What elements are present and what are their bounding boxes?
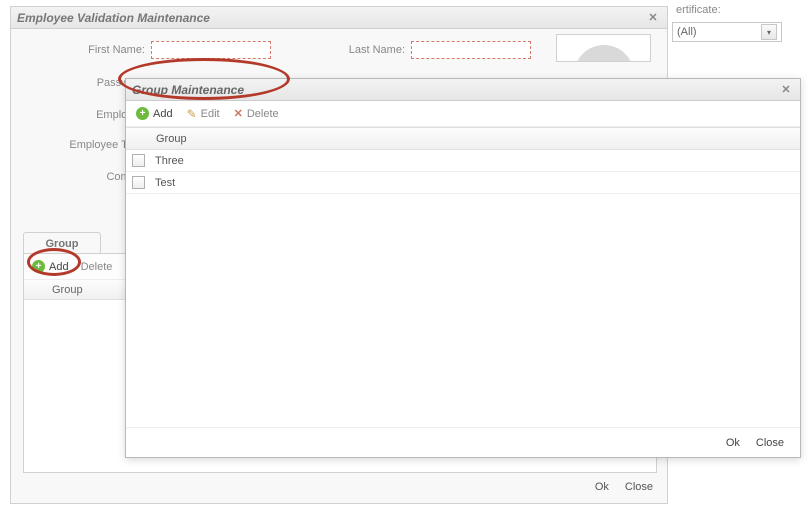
close-icon[interactable]: ✕ [645,10,661,26]
dialog-delete-label: Delete [247,108,279,120]
employee-window-titlebar: Employee Validation Maintenance ✕ [11,7,667,29]
certificate-combo-value: (All) [677,26,697,38]
dialog-grid: Group Three Test [126,127,800,427]
delete-x-icon: ✕ [234,107,243,120]
plus-icon: + [32,260,45,273]
dialog-title: Group Maintenance [132,83,244,97]
bg-delete-button[interactable]: Delete [81,261,113,273]
employee-window-title: Employee Validation Maintenance [17,11,210,25]
dialog-toolbar: + Add ✎ Edit ✕ Delete [126,101,800,127]
employee-close-button[interactable]: Close [625,481,653,493]
dialog-close-button[interactable]: Close [756,437,784,449]
dialog-ok-button[interactable]: Ok [726,437,740,449]
group-maintenance-dialog: Group Maintenance ✕ + Add ✎ Edit ✕ Delet… [125,78,801,458]
dialog-edit-label: Edit [201,108,220,120]
avatar-icon [574,45,634,62]
row-name: Test [155,177,175,189]
bg-delete-label: Delete [81,261,113,273]
last-name-label: Last Name: [311,44,411,56]
dialog-grid-header: Group [126,128,800,150]
bg-add-button[interactable]: + Add [32,260,69,273]
employee-ok-button[interactable]: Ok [595,481,609,493]
dialog-delete-button[interactable]: ✕ Delete [234,107,279,120]
first-name-input[interactable] [151,41,271,59]
pencil-icon: ✎ [187,107,197,121]
certificate-filter-fragment: ertificate: (All) ▾ [672,4,804,42]
grid-row[interactable]: Three [126,150,800,172]
employee-window-footer: Ok Close [595,481,653,493]
certificate-label: ertificate: [672,4,804,16]
last-name-input[interactable] [411,41,531,59]
plus-icon: + [136,107,149,120]
bg-add-label: Add [49,261,69,273]
grid-row[interactable]: Test [126,172,800,194]
dialog-add-button[interactable]: + Add [136,107,173,120]
row-checkbox[interactable] [132,176,145,189]
row-checkbox[interactable] [132,154,145,167]
group-tab[interactable]: Group [23,232,101,254]
dialog-edit-button[interactable]: ✎ Edit [187,107,220,121]
dialog-titlebar: Group Maintenance ✕ [126,79,800,101]
chevron-down-icon: ▾ [761,24,777,40]
dialog-close-icon[interactable]: ✕ [778,82,794,98]
row-name: Three [155,155,184,167]
dialog-footer: Ok Close [126,427,800,457]
dialog-add-label: Add [153,108,173,120]
certificate-combo[interactable]: (All) ▾ [672,22,782,42]
avatar-placeholder [556,34,651,62]
first-name-label: First Name: [11,44,151,56]
